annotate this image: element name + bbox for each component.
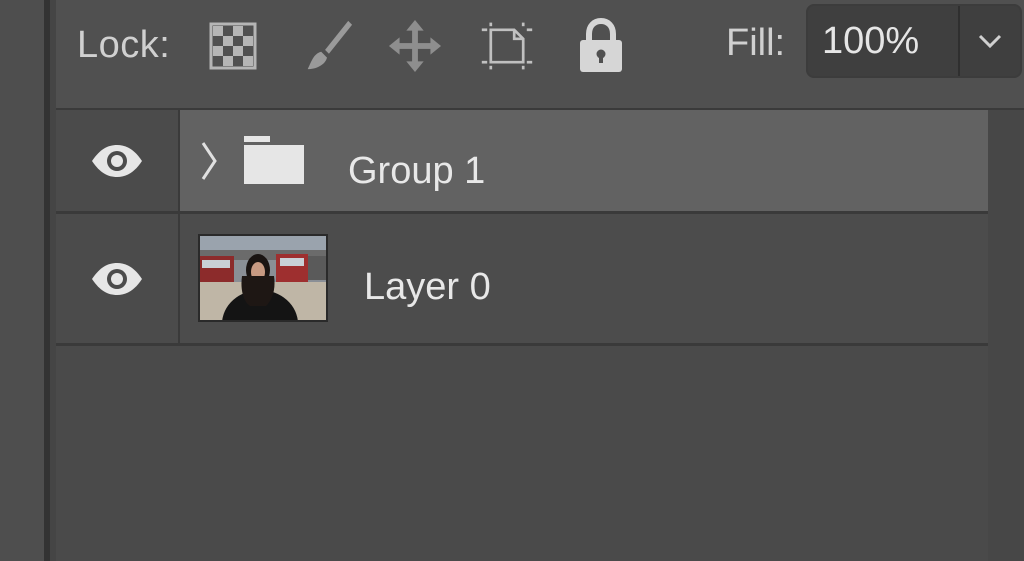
- layer-row-group-1[interactable]: Group 1: [56, 110, 988, 214]
- eye-icon: [92, 262, 142, 295]
- eye-icon: [92, 144, 142, 177]
- layer-name[interactable]: Layer 0: [364, 266, 491, 309]
- lock-position-icon[interactable]: [388, 18, 442, 74]
- layer-row-body[interactable]: Group 1: [180, 110, 988, 211]
- fill-field[interactable]: 100%: [806, 4, 1022, 78]
- lock-artboard-icon[interactable]: [480, 18, 534, 74]
- fill-dropdown-button[interactable]: [960, 6, 1020, 76]
- expand-chevron-icon[interactable]: [200, 140, 218, 187]
- layer-row-layer-0[interactable]: Layer 0: [56, 214, 988, 346]
- visibility-toggle[interactable]: [56, 110, 180, 211]
- layer-row-body[interactable]: Layer 0: [180, 214, 988, 343]
- lock-all-icon[interactable]: [574, 18, 628, 74]
- lock-transparent-pixels-icon[interactable]: [206, 18, 260, 74]
- fill-label: Fill:: [726, 22, 786, 64]
- layer-thumbnail[interactable]: [198, 234, 328, 322]
- lock-image-pixels-icon[interactable]: [300, 18, 354, 74]
- lock-label: Lock:: [77, 24, 171, 66]
- visibility-toggle[interactable]: [56, 214, 180, 343]
- layer-name[interactable]: Group 1: [348, 150, 485, 193]
- panel-right-edge: [988, 110, 1024, 561]
- left-panel-strip: [0, 0, 44, 561]
- chevron-down-icon: [978, 34, 1002, 49]
- lock-toolbar: Lock: Fill: 100%: [56, 0, 1024, 110]
- folder-icon: [244, 136, 304, 189]
- fill-value[interactable]: 100%: [822, 20, 919, 63]
- layers-panel: Lock: Fill: 100% Group 1 Layer 0: [56, 0, 1024, 561]
